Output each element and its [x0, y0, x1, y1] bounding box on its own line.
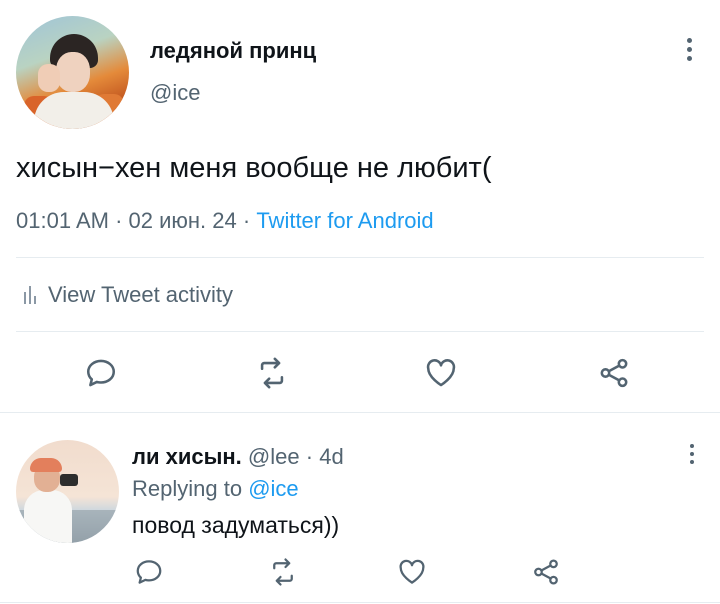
share-icon[interactable]: [597, 356, 631, 390]
author-handle[interactable]: @ice: [150, 80, 200, 106]
bar-chart-icon: [24, 286, 36, 304]
divider: [16, 331, 704, 332]
meta-separator: ·: [305, 444, 314, 469]
meta-separator: ·: [115, 208, 123, 233]
divider: [0, 602, 720, 603]
share-icon[interactable]: [531, 557, 561, 587]
more-vertical-icon[interactable]: [682, 36, 696, 64]
tweet-time: 01:01 AM: [16, 208, 109, 233]
reply-text: повод задуматься)): [132, 512, 340, 538]
replying-to-handle[interactable]: @ice: [248, 476, 298, 501]
retweet-icon[interactable]: [268, 557, 298, 587]
tweet-source-link[interactable]: Twitter for Android: [256, 208, 433, 233]
reply-age: 4d: [319, 444, 344, 469]
author-name[interactable]: ледяной принц: [150, 38, 316, 64]
author-avatar[interactable]: [16, 16, 129, 129]
reply-header: ли хисын. @lee · 4d: [132, 444, 344, 470]
reply-author-name[interactable]: ли хисын.: [132, 444, 242, 469]
reply-icon[interactable]: [134, 557, 164, 587]
reply-author-avatar[interactable]: [16, 440, 119, 543]
view-activity-label: View Tweet activity: [48, 282, 234, 307]
replying-to: Replying to @ice: [132, 476, 299, 502]
divider: [16, 257, 704, 258]
tweet-meta: 01:01 AM · 02 июн. 24 · Twitter for Andr…: [16, 208, 434, 234]
heart-icon[interactable]: [397, 557, 427, 587]
tweet-date: 02 июн. 24: [128, 208, 237, 233]
meta-separator: ·: [242, 208, 251, 233]
view-activity-link[interactable]: View Tweet activity: [24, 282, 233, 308]
divider: [0, 412, 720, 413]
more-vertical-icon[interactable]: [685, 444, 699, 468]
reply-icon[interactable]: [84, 356, 118, 390]
tweet-text: хисын−хен меня вообще не любит(: [16, 152, 492, 184]
reply-author-handle[interactable]: @lee: [248, 444, 300, 469]
replying-prefix: Replying to: [132, 476, 243, 501]
retweet-icon[interactable]: [255, 356, 289, 390]
heart-icon[interactable]: [424, 356, 458, 390]
